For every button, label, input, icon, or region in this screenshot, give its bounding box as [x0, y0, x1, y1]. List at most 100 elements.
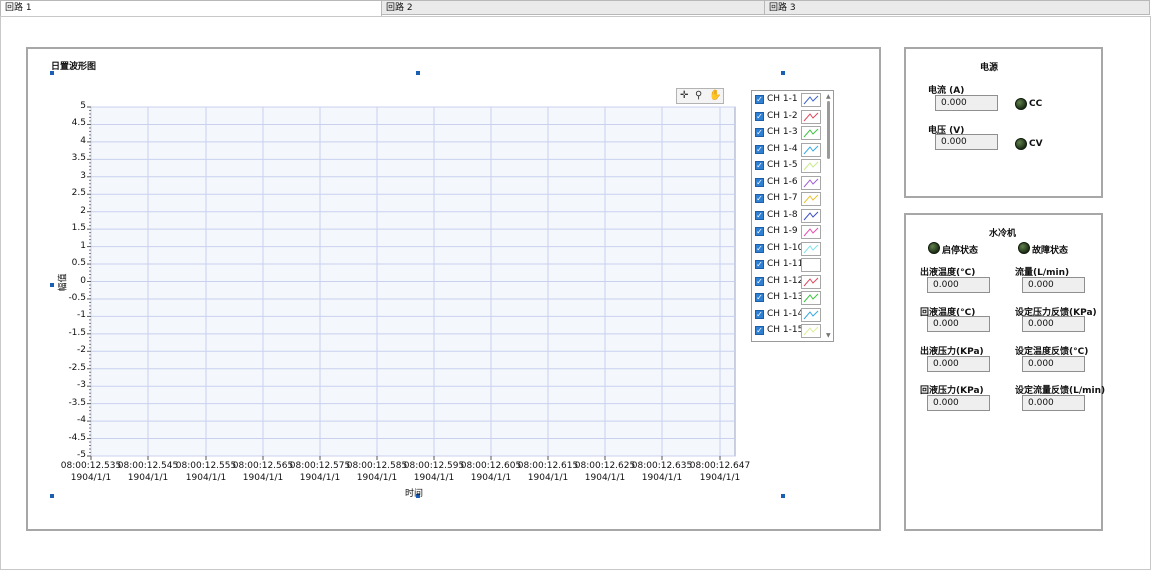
y-tick-label: 3: [80, 170, 86, 181]
legend-item[interactable]: ✓ CH 1-8: [752, 208, 826, 224]
legend-checkbox[interactable]: ✓: [755, 128, 764, 137]
legend-swatch[interactable]: [801, 274, 821, 289]
line-swatch-icon: [803, 293, 819, 303]
y-tick-label: -1.5: [68, 327, 86, 338]
legend-series-name: CH 1-15: [767, 325, 804, 335]
set-pressure-feedback-field: 0.000: [1022, 316, 1085, 332]
legend-swatch[interactable]: [801, 93, 821, 107]
current-field: 0.000: [935, 95, 998, 111]
legend-item[interactable]: ✓ CH 1-7: [752, 191, 826, 207]
legend-item[interactable]: ✓ CH 1-4: [752, 142, 826, 158]
legend-scrollbar[interactable]: ▲ ▼: [826, 93, 832, 339]
legend-item[interactable]: ✓ CH 1-9: [752, 224, 826, 240]
legend-swatch[interactable]: [801, 192, 821, 206]
legend-item[interactable]: ✓ CH 1-14: [752, 307, 826, 323]
legend-series-name: CH 1-14: [767, 308, 804, 319]
legend-checkbox[interactable]: ✓: [755, 95, 764, 104]
line-swatch-icon: [803, 112, 819, 121]
cc-label: CC: [1029, 99, 1043, 109]
line-swatch-icon: [803, 277, 819, 286]
crosshair-icon[interactable]: ✛: [680, 89, 688, 103]
legend-swatch[interactable]: [801, 142, 821, 157]
y-tick-label: -4: [77, 415, 86, 426]
y-tick-label: 1: [80, 240, 86, 251]
scroll-thumb[interactable]: [827, 101, 830, 159]
legend-item[interactable]: ✓ CH 1-12: [752, 274, 826, 290]
y-tick-label: 3.5: [71, 153, 86, 164]
legend-checkbox[interactable]: ✓: [755, 326, 764, 335]
scroll-up-icon[interactable]: ▲: [826, 93, 831, 100]
legend-item[interactable]: ✓ CH 1-15: [752, 323, 826, 339]
line-swatch-icon: [803, 211, 819, 220]
legend-checkbox[interactable]: ✓: [755, 194, 764, 203]
legend-swatch[interactable]: [801, 324, 821, 338]
graph-palette: ✛ ⚲ ✋: [676, 88, 724, 104]
y-tick-label: 0.5: [71, 258, 86, 269]
y-tick-label: 4: [80, 135, 86, 146]
legend-checkbox[interactable]: ✓: [755, 210, 764, 220]
x-tick-label: 08:00:12.647 1904/1/1: [684, 460, 756, 484]
y-tick-label: 2: [80, 205, 86, 216]
legend-series-name: CH 1-3: [767, 127, 798, 137]
y-tick-label: -2: [77, 345, 86, 356]
set-temp-feedback-field: 0.000: [1022, 356, 1085, 372]
legend-series-name: CH 1-12: [767, 275, 804, 286]
line-swatch-icon: [803, 227, 819, 237]
line-swatch-icon: [803, 145, 819, 154]
legend-checkbox[interactable]: ✓: [755, 227, 764, 236]
legend-swatch[interactable]: [801, 291, 821, 305]
legend-checkbox[interactable]: ✓: [755, 293, 764, 302]
legend-swatch[interactable]: [801, 258, 821, 272]
legend-item[interactable]: ✓ CH 1-13: [752, 290, 826, 306]
return-pressure-field: 0.000: [927, 395, 990, 411]
legend-checkbox[interactable]: ✓: [755, 144, 764, 154]
legend-series-name: CH 1-10: [767, 242, 804, 253]
legend-checkbox[interactable]: ✓: [755, 309, 764, 319]
line-swatch-icon: [803, 128, 819, 138]
legend-checkbox[interactable]: ✓: [755, 177, 764, 187]
legend-checkbox[interactable]: ✓: [755, 276, 764, 286]
legend-item[interactable]: ✓ CH 1-10: [752, 241, 826, 257]
legend-series-name: CH 1-1: [767, 94, 798, 104]
x-axis-label: 时间: [405, 489, 424, 499]
outlet-pressure-field: 0.000: [927, 356, 990, 372]
legend-checkbox[interactable]: ✓: [755, 243, 764, 253]
legend-swatch[interactable]: [801, 126, 821, 140]
pan-hand-icon[interactable]: ✋: [709, 89, 721, 103]
line-swatch-icon: [803, 310, 819, 319]
legend-series-name: CH 1-4: [767, 143, 798, 154]
legend-swatch[interactable]: [801, 159, 821, 173]
run-status-indicator: [928, 242, 940, 254]
legend-item[interactable]: ✓ CH 1-1: [752, 92, 826, 108]
legend-swatch[interactable]: [801, 241, 821, 256]
legend-swatch[interactable]: [801, 208, 821, 223]
legend-series-name: CH 1-7: [767, 193, 798, 203]
legend-series-name: CH 1-6: [767, 176, 798, 187]
zoom-icon[interactable]: ⚲: [695, 89, 702, 103]
voltage-field: 0.000: [935, 134, 998, 150]
legend-series-name: CH 1-2: [767, 110, 798, 121]
legend-item[interactable]: ✓ CH 1-5: [752, 158, 826, 174]
legend-item[interactable]: ✓ CH 1-2: [752, 109, 826, 125]
line-swatch-icon: [803, 194, 819, 204]
legend-checkbox[interactable]: ✓: [755, 161, 764, 170]
x-tick-time: 08:00:12.647: [689, 461, 751, 471]
cv-indicator: [1015, 138, 1027, 150]
legend-checkbox[interactable]: ✓: [755, 260, 764, 269]
y-tick-label: -1: [77, 310, 86, 321]
legend-swatch[interactable]: [801, 307, 821, 322]
legend-item[interactable]: ✓ CH 1-11: [752, 257, 826, 273]
legend-series-name: CH 1-5: [767, 160, 798, 170]
legend-series-name: CH 1-9: [767, 226, 798, 236]
legend-swatch[interactable]: [801, 109, 821, 124]
legend-swatch[interactable]: [801, 175, 821, 190]
legend-item[interactable]: ✓ CH 1-6: [752, 175, 826, 191]
waveform-chart[interactable]: [0, 0, 880, 520]
y-tick-label: -3.5: [68, 397, 86, 408]
legend-checkbox[interactable]: ✓: [755, 111, 764, 121]
chiller-title: 水冷机: [989, 229, 1017, 239]
scroll-down-icon[interactable]: ▼: [826, 332, 831, 339]
legend-swatch[interactable]: [801, 225, 821, 239]
legend-item[interactable]: ✓ CH 1-3: [752, 125, 826, 141]
y-tick-label: 5: [80, 101, 86, 111]
